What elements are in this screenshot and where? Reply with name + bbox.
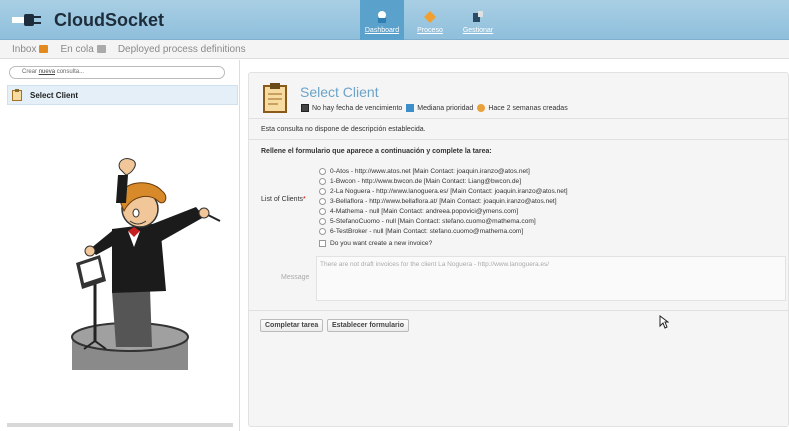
required-marker: *: [303, 196, 306, 203]
horizontal-scrollbar[interactable]: [7, 423, 233, 427]
client-option[interactable]: 4-Mathema - null [Main Contact: andreea.…: [319, 206, 568, 216]
client-option[interactable]: 0-Atos - http://www.atos.net [Main Conta…: [319, 166, 568, 176]
client-option-label: 3-Bellaflora - http://www.bellaflora.at/…: [330, 197, 557, 205]
plug-icon: [12, 14, 41, 26]
mouse-cursor-icon: [659, 315, 669, 329]
manage-icon: [473, 11, 483, 22]
message-textarea[interactable]: There are not draft invoices for the cli…: [316, 256, 786, 301]
task-form: Select Client No hay fecha de vencimient…: [249, 73, 789, 428]
task-list-item-label: Select Client: [30, 90, 79, 100]
created-text: Hace 2 semanas creadas: [488, 104, 568, 112]
priority-icon: [406, 104, 415, 112]
client-option[interactable]: 5-StefanoCuomo - null [Main Contact: ste…: [319, 216, 568, 226]
radio-button[interactable]: [319, 227, 326, 235]
inbox-tab[interactable]: Inbox: [12, 43, 49, 55]
task-list-item[interactable]: Select Client: [7, 85, 238, 105]
top-navigation: Dashboard Proceso Gestionar: [360, 0, 504, 40]
clients-label-text: List of Clients: [261, 196, 304, 203]
deployed-tab[interactable]: Deployed process definitions: [118, 44, 246, 55]
invoice-option[interactable]: Do you want create a new invoice?: [319, 238, 568, 248]
client-option[interactable]: 3-Bellaflora - http://www.bellaflora.at/…: [319, 196, 568, 206]
divider: [249, 310, 789, 311]
client-option[interactable]: 1-Bwcon - http://www.bwcon.de [Main Cont…: [319, 176, 568, 186]
invoice-checkbox[interactable]: [319, 239, 326, 247]
task-description: Esta consulta no dispone de descripción …: [261, 126, 426, 133]
queue-count-badge: [96, 45, 106, 53]
search-new-link[interactable]: nueva: [39, 69, 55, 75]
queue-tab[interactable]: En cola: [60, 43, 106, 55]
home-icon: [378, 11, 386, 23]
message-label: Message: [281, 274, 310, 281]
clients-field-label: List of Clients*: [261, 196, 306, 203]
search-suffix: consulta...: [56, 69, 85, 75]
client-option[interactable]: 2-La Noguera - http://www.lanoguera.es/ …: [319, 186, 568, 196]
task-title: Select Client: [300, 84, 379, 100]
nav-proceso[interactable]: Proceso: [408, 0, 452, 40]
divider: [249, 118, 789, 119]
radio-button[interactable]: [319, 187, 326, 195]
app-logo[interactable]: CloudSocket: [12, 9, 164, 31]
nav-proceso-label: Proceso: [417, 27, 443, 34]
queue-label: En cola: [60, 43, 94, 55]
calendar-icon: [301, 104, 309, 112]
conductor-illustration: [71, 158, 221, 370]
app-title: CloudSocket: [54, 9, 165, 30]
client-option-label: 4-Mathema - null [Main Contact: andreea.…: [330, 207, 519, 215]
search-prefix: Crear: [22, 69, 38, 75]
sub-navigation: Inbox En cola Deployed process definitio…: [0, 40, 789, 59]
client-option-label: 6-TestBroker - null [Main Contact: stefa…: [330, 227, 524, 235]
process-icon: [424, 11, 436, 23]
nav-dashboard-label: Dashboard: [364, 27, 400, 34]
deployed-label: Deployed process definitions: [117, 43, 246, 55]
radio-button[interactable]: [319, 217, 326, 225]
clock-icon: [477, 104, 486, 112]
inbox-label: Inbox: [12, 43, 37, 55]
radio-button[interactable]: [319, 207, 326, 215]
form-instruction: Rellene el formulario que aparece a cont…: [261, 148, 492, 155]
inbox-count-badge: [39, 45, 49, 53]
invoice-checkbox-label: Do you want create a new invoice?: [330, 239, 433, 247]
clipboard-icon: [12, 89, 22, 101]
radio-button[interactable]: [319, 167, 326, 175]
task-meta: No hay fecha de vencimiento Mediana prio…: [301, 104, 568, 112]
nav-gestionar-label: Gestionar: [462, 27, 494, 34]
nav-gestionar[interactable]: Gestionar: [456, 0, 500, 40]
clients-radio-group: 0-Atos - http://www.atos.net [Main Conta…: [319, 166, 568, 248]
priority-text: Mediana prioridad: [417, 104, 474, 112]
client-option-label: 2-La Noguera - http://www.lanoguera.es/ …: [330, 187, 568, 195]
search-input[interactable]: Crear nueva consulta...: [9, 66, 225, 79]
clipboard-icon: [263, 83, 287, 113]
radio-button[interactable]: [319, 197, 326, 205]
divider: [249, 139, 789, 140]
app-header: CloudSocket Dashboard Proceso Gestionar: [0, 0, 789, 40]
establish-form-button[interactable]: Establecer formulario: [327, 319, 409, 332]
client-option-label: 0-Atos - http://www.atos.net [Main Conta…: [330, 167, 530, 175]
due-date-text: No hay fecha de vencimiento: [312, 104, 403, 112]
client-option[interactable]: 6-TestBroker - null [Main Contact: stefa…: [319, 226, 568, 236]
nav-dashboard[interactable]: Dashboard: [360, 0, 404, 40]
complete-task-button[interactable]: Completar tarea: [260, 319, 324, 332]
client-option-label: 5-StefanoCuomo - null [Main Contact: ste…: [330, 217, 536, 225]
radio-button[interactable]: [319, 177, 326, 185]
client-option-label: 1-Bwcon - http://www.bwcon.de [Main Cont…: [330, 177, 522, 185]
